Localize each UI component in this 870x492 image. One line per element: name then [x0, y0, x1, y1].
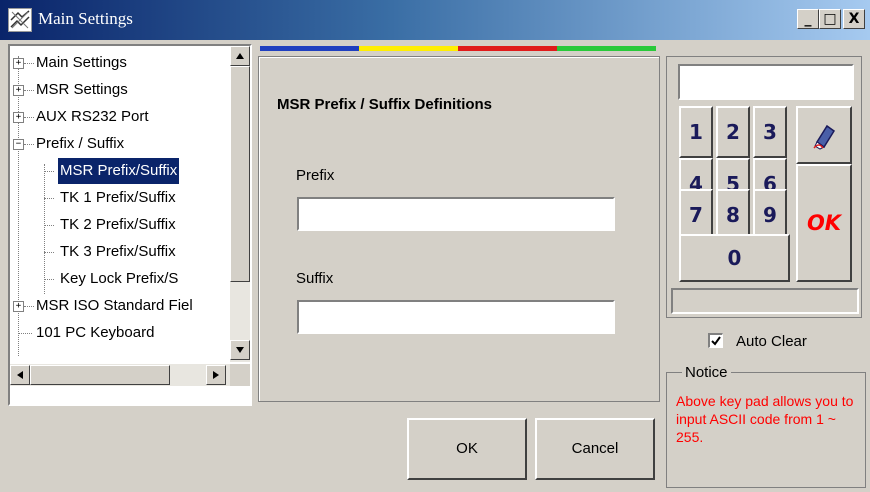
tree-item-label: MSR Prefix/Suffix: [58, 158, 180, 184]
ok-button[interactable]: OK: [407, 418, 527, 480]
auto-clear-label: Auto Clear: [736, 333, 807, 350]
prefix-label: Prefix: [296, 167, 335, 184]
tree-item-label: AUX RS232 Port: [36, 108, 149, 125]
key-3[interactable]: 3: [753, 106, 787, 158]
collapse-icon[interactable]: −: [13, 139, 24, 150]
keypad-status: [671, 288, 859, 314]
strip-red: [458, 46, 557, 51]
expand-icon[interactable]: +: [13, 85, 24, 96]
tree-item-label: MSR Settings: [36, 81, 128, 98]
maximize-button[interactable]: □: [819, 9, 841, 29]
scroll-corner: [230, 364, 250, 386]
minimize-button[interactable]: _: [797, 9, 819, 29]
app-icon: [8, 8, 32, 32]
expand-icon[interactable]: +: [13, 58, 24, 69]
tree-item-label: Key Lock Prefix/S: [60, 270, 179, 287]
tree-item-label: TK 1 Prefix/Suffix: [60, 189, 176, 206]
scroll-thumb[interactable]: [30, 365, 170, 385]
scroll-right-button[interactable]: [206, 365, 226, 385]
key-2[interactable]: 2: [716, 106, 750, 158]
settings-tree[interactable]: + Main Settings + MSR Settings + AUX RS2…: [8, 44, 252, 406]
cancel-button[interactable]: Cancel: [535, 418, 655, 480]
key-0[interactable]: 0: [679, 234, 790, 282]
keypad-ok-button[interactable]: OK: [796, 164, 852, 282]
tree-item-label: Prefix / Suffix: [36, 135, 125, 152]
checkmark-icon: [711, 336, 721, 346]
strip-green: [557, 46, 656, 51]
expand-icon[interactable]: +: [13, 301, 24, 312]
tree-item-label: 101 PC Keyboard: [36, 324, 155, 341]
scroll-left-button[interactable]: [10, 365, 30, 385]
prefix-input[interactable]: [297, 197, 615, 231]
suffix-input[interactable]: [297, 300, 615, 334]
notice-text: Above key pad allows you to input ASCII …: [676, 393, 854, 445]
panel-heading: MSR Prefix / Suffix Definitions: [277, 96, 493, 113]
tree-item-label: MSR ISO Standard Fiel: [36, 297, 193, 314]
window-title: Main Settings: [38, 9, 133, 28]
tree-vertical-scrollbar[interactable]: [230, 46, 250, 362]
color-strip: [260, 46, 656, 51]
keypad-display[interactable]: [678, 64, 854, 100]
clear-button[interactable]: [796, 106, 852, 164]
scroll-up-button[interactable]: [230, 46, 250, 66]
tree-item-label: TK 3 Prefix/Suffix: [60, 243, 176, 260]
tree-item-label: Main Settings: [36, 54, 127, 71]
expand-icon[interactable]: +: [13, 112, 24, 123]
strip-blue: [260, 46, 359, 51]
suffix-label: Suffix: [296, 270, 334, 287]
close-button[interactable]: X: [843, 9, 865, 29]
tree-horizontal-scrollbar[interactable]: [10, 364, 230, 386]
strip-yellow: [359, 46, 458, 51]
key-1[interactable]: 1: [679, 106, 713, 158]
tree-item-label: TK 2 Prefix/Suffix: [60, 216, 176, 233]
scroll-down-button[interactable]: [230, 340, 250, 360]
eraser-icon: [811, 124, 837, 155]
scroll-thumb[interactable]: [230, 66, 250, 282]
notice-legend: Notice: [682, 364, 731, 381]
auto-clear-checkbox[interactable]: [708, 333, 723, 348]
